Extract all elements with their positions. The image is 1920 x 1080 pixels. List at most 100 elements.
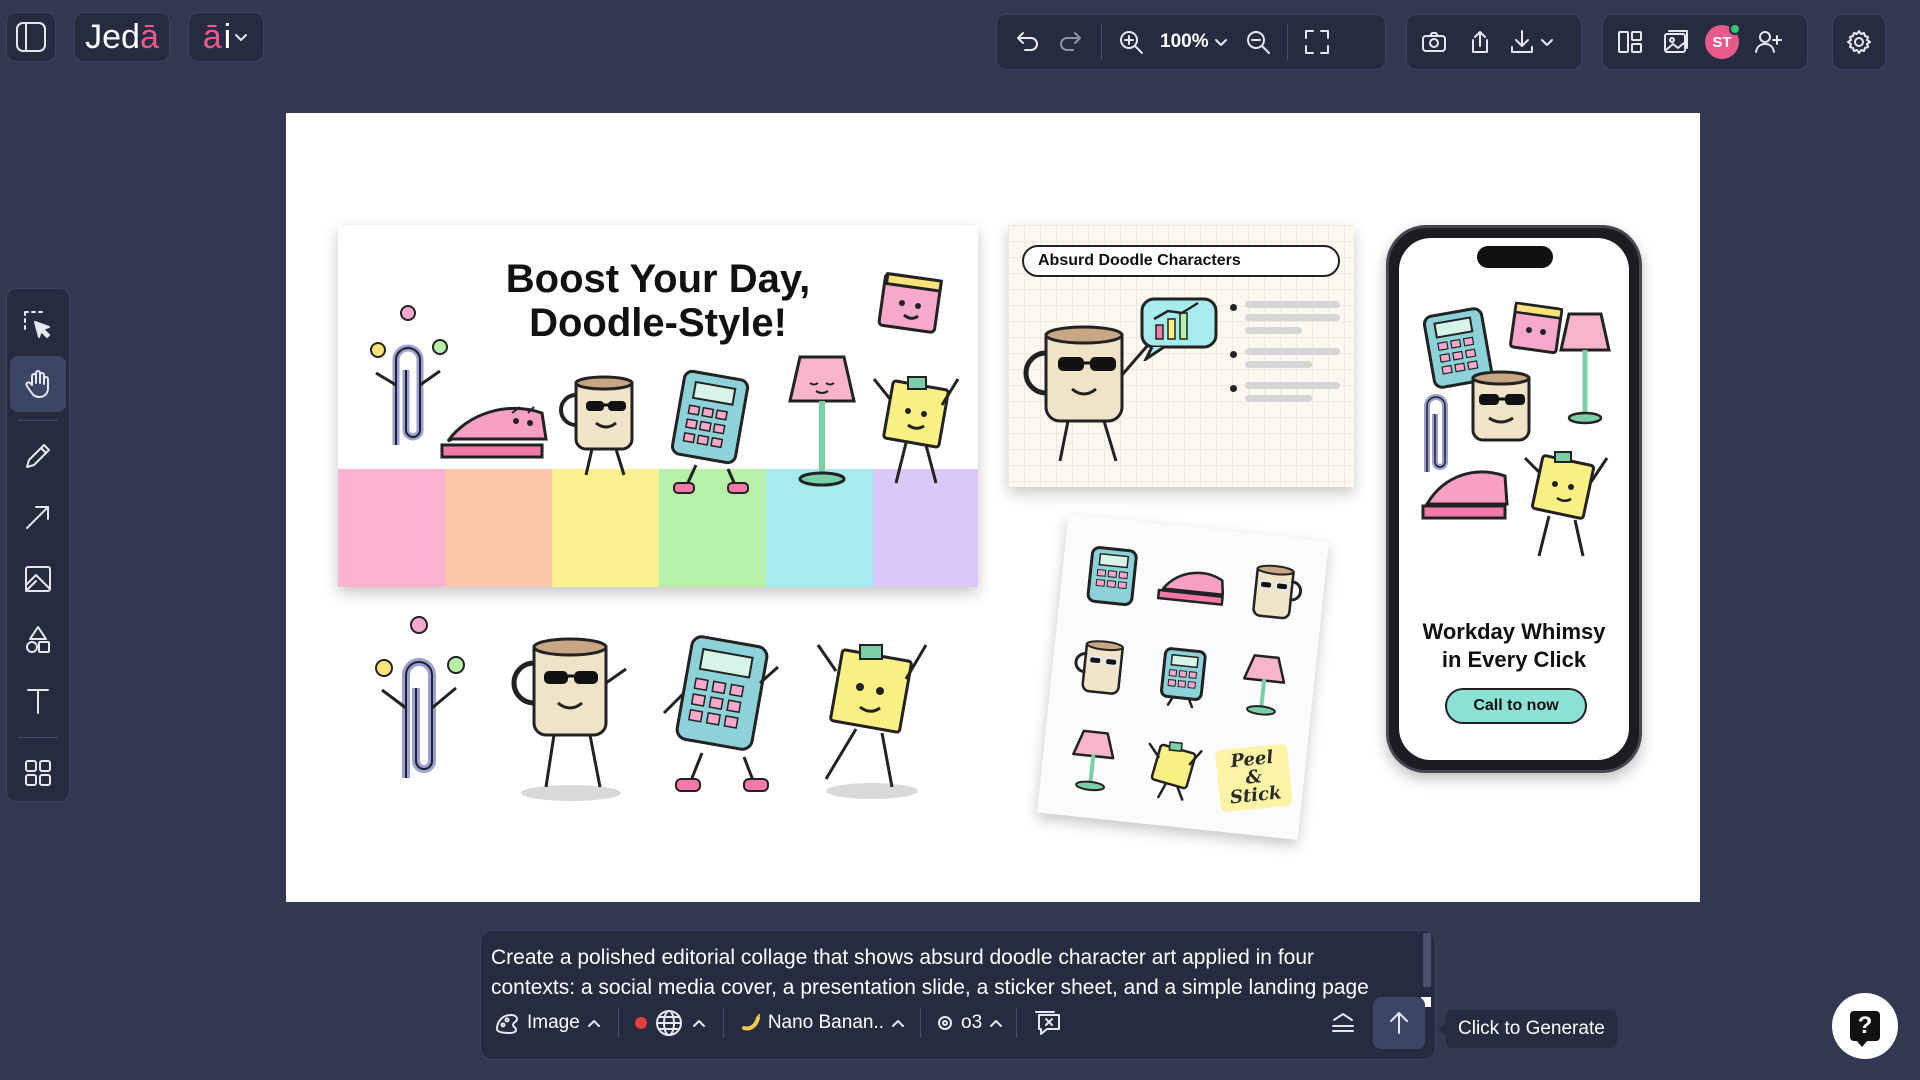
sidebar-panel-icon: [14, 20, 48, 54]
cta-label: Call to now: [1473, 697, 1559, 714]
arrow-tool[interactable]: [10, 490, 66, 545]
web-search-toggle[interactable]: [634, 1007, 707, 1039]
phone-mockup[interactable]: Workday Whimsy in Every Click Call to no…: [1386, 225, 1642, 773]
lamp-doodle: [788, 355, 856, 487]
components-tool[interactable]: [10, 746, 66, 801]
sidebar-toggle-button[interactable]: [6, 12, 56, 62]
arrow-up-icon: [1385, 1009, 1413, 1037]
mug-sticker: [1062, 622, 1143, 714]
app-logo[interactable]: Jed ā: [74, 12, 170, 62]
prompt-text: Create a polished editorial collage that…: [491, 946, 1369, 999]
headline-line-1: Workday Whimsy: [1422, 619, 1606, 644]
zoom-in-button[interactable]: [1108, 19, 1154, 65]
phone-notch: [1477, 246, 1553, 268]
generate-button[interactable]: [1373, 997, 1425, 1049]
ai-logo-i: i: [223, 17, 232, 56]
sticker-sheet-card[interactable]: Peel & Stick: [1037, 514, 1329, 840]
fit-screen-button[interactable]: [1294, 19, 1340, 65]
text-icon: [22, 685, 54, 717]
download-icon: [1507, 27, 1537, 57]
mode-label: Image: [527, 1012, 580, 1033]
model-label: Nano Banan..: [767, 1012, 885, 1033]
call-to-action-button[interactable]: Call to now: [1445, 688, 1587, 724]
paperclip-doodle: [375, 616, 465, 778]
logo-accent: ā: [139, 17, 159, 56]
image-frame-tool[interactable]: [10, 551, 66, 606]
chat-history-icon: [1033, 1007, 1065, 1039]
prompt-textarea[interactable]: Create a polished editorial collage that…: [491, 943, 1401, 999]
text-tool[interactable]: [10, 673, 66, 728]
color-stripe: [445, 469, 552, 587]
coffee-mug-doodle: [1023, 325, 1150, 462]
mug-sticker: [1233, 546, 1314, 638]
model-select[interactable]: Nano Banan..: [740, 1012, 906, 1034]
sticky-note-doodle: [877, 271, 944, 334]
generate-tooltip: Click to Generate: [1438, 1010, 1617, 1048]
user-avatar[interactable]: ST: [1705, 23, 1741, 59]
divider: [1101, 24, 1102, 60]
stack-layers-icon: [1328, 1008, 1358, 1038]
chevron-up-icon: [586, 1015, 602, 1031]
chevron-down-icon: [233, 29, 249, 45]
stapler-doodle: [440, 406, 548, 459]
chat-history-button[interactable]: [1029, 1003, 1069, 1043]
chevron-up-icon: [988, 1015, 1004, 1031]
pencil-icon: [22, 440, 54, 472]
history-zoom-toolbar: 100%: [996, 14, 1386, 70]
ai-menu-button[interactable]: āi: [188, 12, 264, 62]
zoom-level-select[interactable]: 100%: [1154, 31, 1235, 53]
bullet-group: [1230, 301, 1340, 334]
help-glyph: ?: [1857, 1012, 1873, 1039]
shapes-tool[interactable]: [10, 612, 66, 667]
coffee-mug-doodle: [511, 637, 627, 801]
undo-button[interactable]: [1003, 19, 1049, 65]
brush-palette-icon: [493, 1009, 521, 1037]
image-gallery-icon: [1662, 28, 1690, 56]
zoom-level-value: 100%: [1160, 31, 1209, 52]
share-button[interactable]: [1457, 19, 1503, 65]
zoom-out-button[interactable]: [1235, 19, 1281, 65]
sticky-note-doodle: [816, 644, 928, 799]
chevron-up-icon: [890, 1015, 906, 1031]
invite-user-button[interactable]: [1745, 19, 1791, 65]
gallery-button[interactable]: [1653, 19, 1699, 65]
layout-button[interactable]: [1607, 19, 1653, 65]
calculator-doodle: [670, 369, 750, 494]
pencil-tool[interactable]: [10, 428, 66, 483]
help-button[interactable]: ?: [1832, 993, 1898, 1059]
stapler-sticker: [1151, 538, 1234, 631]
bullet-group: [1230, 382, 1340, 402]
prompt-scrollbar[interactable]: [1423, 933, 1431, 987]
divider: [1016, 1008, 1018, 1038]
chevron-up-icon: [691, 1015, 707, 1031]
logo-text: Jed: [85, 17, 140, 56]
screenshot-button[interactable]: [1411, 19, 1457, 65]
settings-button[interactable]: [1832, 14, 1886, 70]
lamp-sticker: [1052, 715, 1133, 807]
help-icon: ?: [1850, 1011, 1880, 1047]
canvas-artboard[interactable]: Boost Your Day, Doodle-Style! Absurd Doo…: [286, 113, 1700, 902]
download-menu-button[interactable]: [1503, 27, 1555, 57]
layers-button[interactable]: [1323, 1003, 1363, 1043]
fullscreen-icon: [1302, 27, 1332, 57]
mode-select[interactable]: Image: [493, 1009, 602, 1037]
divider: [18, 419, 58, 421]
social-cover-card[interactable]: Boost Your Day, Doodle-Style!: [338, 225, 978, 587]
export-toolbar: [1406, 14, 1582, 70]
peel-and-stick-label: Peel & Stick: [1214, 732, 1295, 824]
presentation-slide-card[interactable]: Absurd Doodle Characters: [1008, 225, 1354, 487]
record-indicator-dot: [634, 1017, 647, 1029]
collab-toolbar: ST: [1602, 14, 1808, 70]
tool-palette: [6, 288, 70, 802]
divider: [920, 1008, 922, 1038]
social-cover-title: Boost Your Day, Doodle-Style!: [488, 257, 828, 345]
select-tool[interactable]: [10, 297, 66, 352]
bullet-group: [1230, 348, 1340, 368]
hand-tool[interactable]: [10, 356, 66, 412]
reasoning-model-select[interactable]: o3: [935, 1012, 1004, 1034]
coffee-mug-doodle: [559, 375, 634, 476]
zoom-out-icon: [1244, 28, 1272, 56]
redo-button[interactable]: [1049, 19, 1095, 65]
divider: [722, 1008, 724, 1038]
zoom-in-icon: [1117, 28, 1145, 56]
